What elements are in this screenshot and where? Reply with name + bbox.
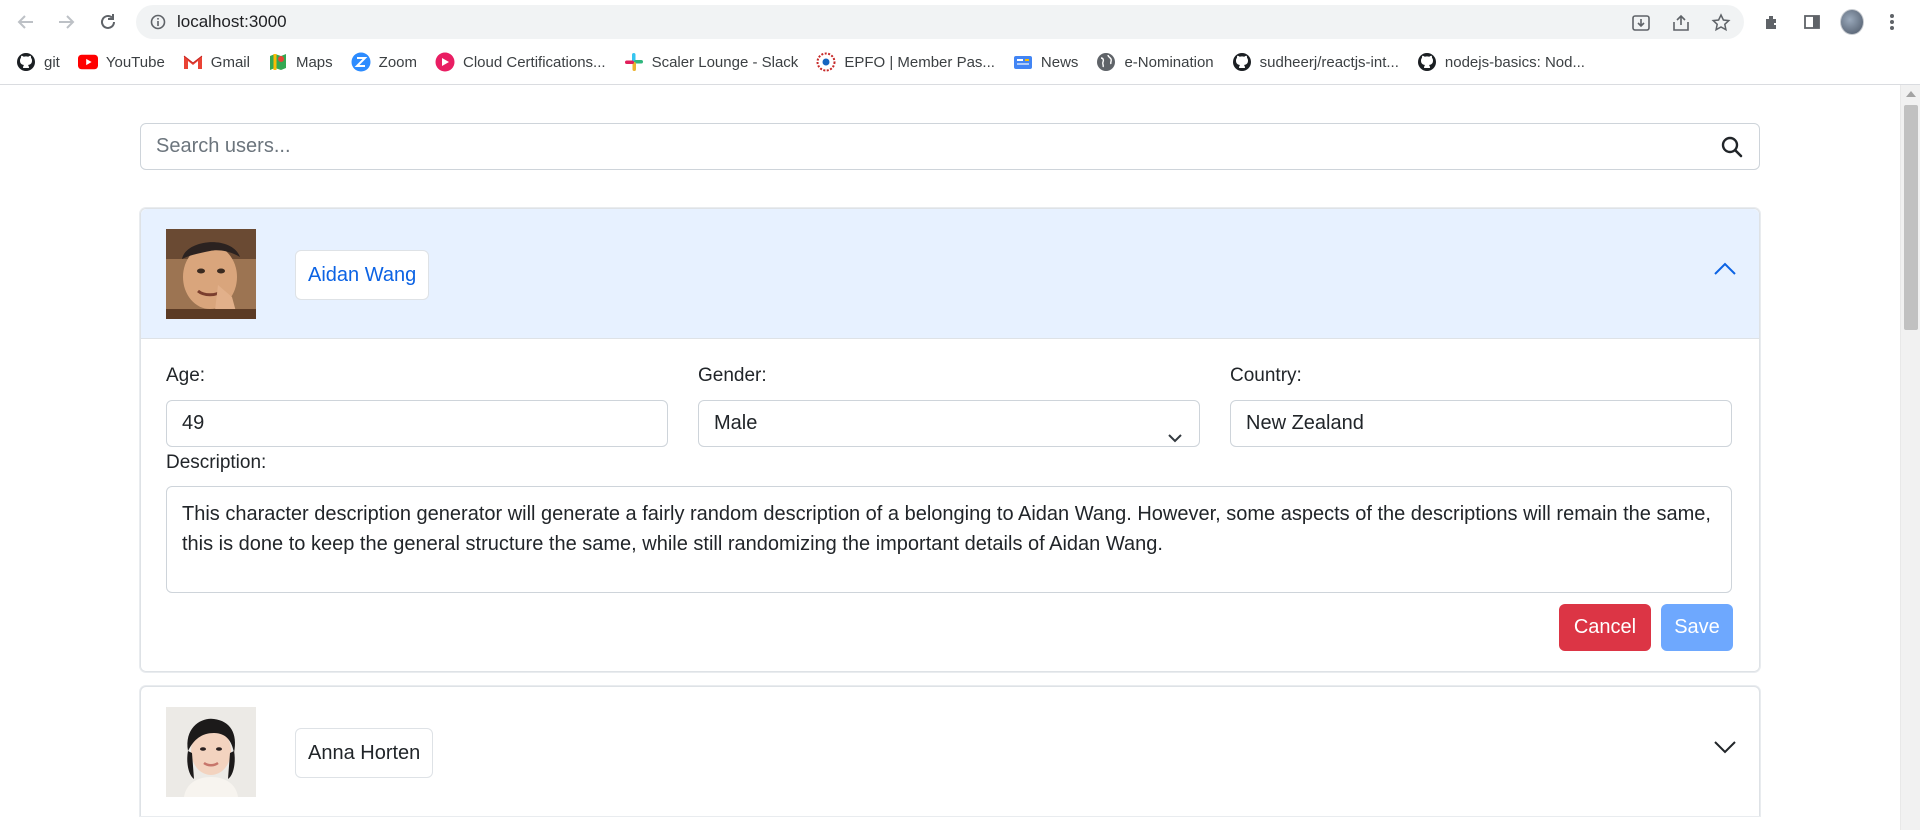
back-button[interactable] [12,8,40,36]
install-app-icon[interactable] [1630,12,1652,34]
omnibox[interactable]: localhost:3000 [136,5,1744,39]
page-scrollbar[interactable] [1900,85,1920,830]
bookmark-star-icon[interactable] [1710,12,1732,34]
maps-icon [268,52,288,72]
bookmark-label: Zoom [378,53,417,71]
github-icon [1417,52,1437,72]
bookmark-slack[interactable]: Scaler Lounge - Slack [624,47,799,77]
zoom-icon [351,52,371,72]
scrollbar-thumb[interactable] [1904,105,1918,330]
user-name-button[interactable]: Anna Horten [295,728,434,778]
bookmark-label: Gmail [210,53,250,71]
user-accordion-item: Anna Horten [140,686,1760,816]
search-input[interactable] [141,124,1701,169]
bookmark-gmail[interactable]: Gmail [183,47,250,77]
github-icon [1232,52,1252,72]
bookmark-label: Scaler Lounge - Slack [651,53,799,71]
bookmark-label: git [44,53,60,71]
bookmark-nodejs-basics[interactable]: nodejs-basics: Nod... [1417,47,1585,77]
bookmark-epfo[interactable]: EPFO | Member Pas... [816,47,995,77]
age-field[interactable]: 49 [166,400,668,447]
browser-chrome: localhost:3000 git YouTube Gmail Maps Zo… [0,0,1920,85]
share-icon[interactable] [1670,12,1692,34]
bookmark-reactjs-interview[interactable]: sudheerj/reactjs-int... [1232,47,1399,77]
search-box [140,123,1760,170]
youtube-icon [77,52,98,72]
accordion-header[interactable]: Aidan Wang [141,209,1759,339]
save-button[interactable]: Save [1661,604,1733,651]
forward-button[interactable] [52,8,80,36]
chevron-down-icon[interactable] [1713,740,1737,759]
bookmarks-bar: git YouTube Gmail Maps Zoom Cloud Certif… [0,47,1920,77]
cancel-button[interactable]: Cancel [1559,604,1651,651]
gmail-icon [183,52,203,72]
bookmark-e-nomination[interactable]: e-Nomination [1096,47,1214,77]
gender-label: Gender: [698,365,767,386]
user-accordion-item: Aidan Wang Age: 49 Gender: Male Country:… [140,208,1760,672]
description-textarea[interactable]: This character description generator wil… [166,486,1732,593]
address-bar-row: localhost:3000 [0,0,1920,44]
side-panel-icon[interactable] [1800,10,1824,34]
bookmark-label: YouTube [105,53,165,71]
globe-icon [1096,52,1116,72]
cloud-cert-icon [435,52,455,72]
user-name-button[interactable]: Aidan Wang [295,250,430,300]
chevron-down-icon [1167,416,1183,446]
info-icon[interactable] [150,14,166,35]
bookmark-label: nodejs-basics: Nod... [1444,53,1585,71]
accordion-body: Age: 49 Gender: Male Country: New Zealan… [141,339,1759,671]
arrow-right-icon [59,15,75,29]
gender-select[interactable]: Male [698,400,1200,447]
url-text[interactable]: localhost:3000 [177,5,287,39]
user-avatar [166,229,256,319]
news-icon [1013,52,1033,72]
bookmark-label: e-Nomination [1124,53,1214,71]
bookmark-label: Cloud Certifications... [463,53,606,71]
bookmark-label: sudheerj/reactjs-int... [1259,53,1399,71]
bookmark-news[interactable]: News [1013,47,1079,77]
country-label: Country: [1230,365,1302,386]
arrow-left-icon [17,15,33,29]
bookmark-youtube[interactable]: YouTube [77,47,165,77]
bookmark-cloud-certifications[interactable]: Cloud Certifications... [435,47,606,77]
search-icon[interactable] [1721,136,1743,163]
extensions-icon[interactable] [1760,10,1784,34]
epfo-icon [816,52,836,72]
country-field[interactable]: New Zealand [1230,400,1732,447]
accordion-header[interactable]: Anna Horten [141,687,1759,817]
gender-select-value: Male [714,412,758,434]
age-label: Age: [166,365,206,386]
bookmark-label: Maps [295,53,333,71]
slack-icon [624,52,644,72]
chevron-up-icon[interactable] [1713,262,1737,281]
page-content: Aidan Wang Age: 49 Gender: Male Country:… [140,123,1760,816]
reload-icon [101,14,115,29]
github-icon [16,52,36,72]
kebab-menu-icon[interactable] [1880,10,1904,34]
scroll-up-arrow-icon[interactable] [1906,91,1916,97]
reload-button[interactable] [94,8,122,36]
user-avatar [166,707,256,797]
description-label: Description: [166,452,267,473]
bookmark-maps[interactable]: Maps [268,47,333,77]
profile-avatar[interactable] [1840,9,1864,35]
bookmark-label: News [1040,53,1079,71]
bookmark-git[interactable]: git [16,47,60,77]
bookmark-zoom[interactable]: Zoom [351,47,417,77]
bookmark-label: EPFO | Member Pas... [844,53,995,71]
